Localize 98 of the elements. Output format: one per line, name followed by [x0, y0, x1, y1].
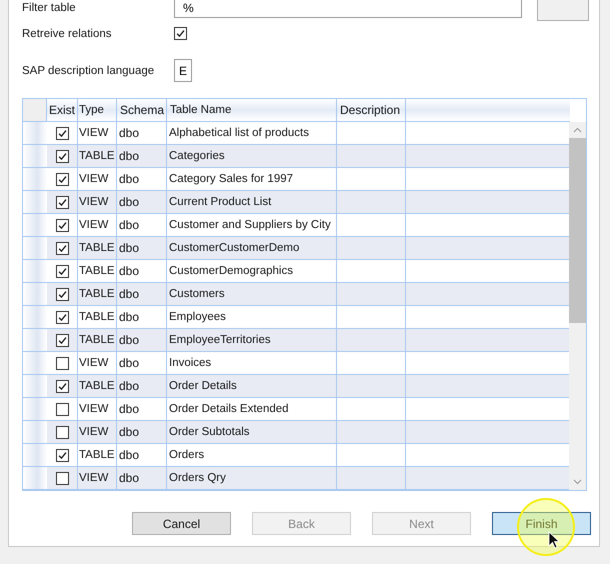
language-field[interactable]: E	[174, 59, 192, 82]
table-cell: Alphabetical list of products	[167, 122, 337, 144]
table-cell: TABLE	[78, 237, 117, 259]
table-cell: Categories	[167, 145, 337, 167]
scrollbar[interactable]	[569, 122, 586, 490]
apply-button[interactable]	[537, 0, 589, 21]
row-header[interactable]	[23, 375, 47, 397]
table-cell: TABLE	[78, 283, 117, 305]
table-cell: dbo	[117, 352, 167, 374]
checkbox[interactable]	[56, 334, 68, 346]
table-cell: dbo	[117, 283, 167, 305]
row-header[interactable]	[23, 237, 47, 259]
checkbox[interactable]	[56, 264, 68, 278]
filter-label: Filter table	[22, 2, 77, 14]
checkbox[interactable]	[174, 27, 187, 40]
column-header[interactable]: Exist	[47, 99, 78, 121]
table-cell: TABLE	[78, 444, 117, 466]
checkbox[interactable]	[56, 288, 68, 300]
table-cell: dbo	[117, 214, 167, 236]
checkbox[interactable]	[56, 472, 68, 484]
table-cell: Orders Qry	[167, 467, 337, 489]
table-cell: dbo	[117, 329, 167, 351]
table-cell: VIEW	[78, 421, 117, 443]
table-cell: CustomerDemographics	[167, 260, 337, 282]
checkbox[interactable]	[56, 310, 68, 324]
row-header[interactable]	[23, 260, 47, 282]
row-header[interactable]	[23, 398, 47, 420]
retrieve-relations-label: Retreive relations	[22, 28, 112, 40]
row-header[interactable]	[23, 444, 47, 466]
checkbox[interactable]	[56, 356, 68, 370]
language-label: SAP description language	[22, 64, 156, 76]
column-header[interactable]: Schema	[117, 99, 167, 121]
table-cell: TABLE	[78, 260, 117, 282]
table-cell: dbo	[117, 306, 167, 328]
row-header[interactable]	[23, 306, 47, 328]
row-header[interactable]	[23, 352, 47, 374]
table-cell: TABLE	[78, 145, 117, 167]
row-header[interactable]	[23, 122, 47, 144]
row-header[interactable]	[23, 329, 47, 351]
table-cell: dbo	[117, 375, 167, 397]
scroll-up-icon[interactable]	[573, 127, 582, 133]
column-header[interactable]: Description	[337, 99, 406, 121]
table-cell: dbo	[117, 191, 167, 213]
table-cell: VIEW	[78, 352, 117, 374]
scroll-thumb[interactable]	[569, 138, 586, 323]
checkbox[interactable]	[56, 150, 68, 162]
checkbox[interactable]	[56, 426, 68, 438]
table-cell: TABLE	[78, 329, 117, 351]
table-cell: Category Sales for 1997	[167, 168, 337, 190]
table-cell: dbo	[117, 122, 167, 144]
table-cell: VIEW	[78, 168, 117, 190]
table-cell: TABLE	[78, 375, 117, 397]
table-cell: dbo	[117, 260, 167, 282]
table-cell: VIEW	[78, 122, 117, 144]
table-cell: VIEW	[78, 467, 117, 489]
checkbox[interactable]	[56, 402, 68, 416]
table-cell: Order Subtotals	[167, 421, 337, 443]
table-cell: EmployeeTerritories	[167, 329, 337, 351]
table-cell: dbo	[117, 467, 167, 489]
table-cell: Order Details	[167, 375, 337, 397]
row-header[interactable]	[23, 283, 47, 305]
table-cell: VIEW	[78, 214, 117, 236]
row-header[interactable]	[23, 421, 47, 443]
column-header[interactable]: Table Name	[167, 99, 337, 121]
wizard-button[interactable]: Cancel	[132, 512, 231, 535]
checkbox[interactable]	[56, 448, 68, 462]
column-header[interactable]: Type	[78, 99, 117, 121]
scroll-down-icon[interactable]	[573, 479, 582, 485]
table-cell: Customer and Suppliers by City	[167, 214, 337, 236]
checkbox[interactable]	[56, 380, 68, 392]
row-header[interactable]	[23, 191, 47, 213]
table-cell: dbo	[117, 398, 167, 420]
table-cell: dbo	[117, 168, 167, 190]
table-cell: dbo	[117, 237, 167, 259]
wizard-button[interactable]: Finish	[492, 512, 591, 535]
filter-field[interactable]: %	[174, 0, 522, 18]
table-cell: Employees	[167, 306, 337, 328]
table-cell: CustomerCustomerDemo	[167, 237, 337, 259]
row-header[interactable]	[23, 168, 47, 190]
table-cell: Customers	[167, 283, 337, 305]
table-cell: VIEW	[78, 191, 117, 213]
checkbox[interactable]	[56, 196, 68, 208]
table-cell: VIEW	[78, 398, 117, 420]
row-header[interactable]	[23, 467, 47, 489]
table-cell: Current Product List	[167, 191, 337, 213]
table-cell: dbo	[117, 421, 167, 443]
checkbox[interactable]	[56, 218, 68, 232]
row-header[interactable]	[23, 145, 47, 167]
table-cell: Order Details Extended	[167, 398, 337, 420]
row-header[interactable]	[23, 214, 47, 236]
table-cell: dbo	[117, 145, 167, 167]
table-cell: Invoices	[167, 352, 337, 374]
checkbox[interactable]	[56, 242, 68, 254]
table-cell: TABLE	[78, 306, 117, 328]
checkbox[interactable]	[56, 126, 68, 140]
checkbox[interactable]	[56, 172, 68, 186]
table-cell: Orders	[167, 444, 337, 466]
table-cell: dbo	[117, 444, 167, 466]
